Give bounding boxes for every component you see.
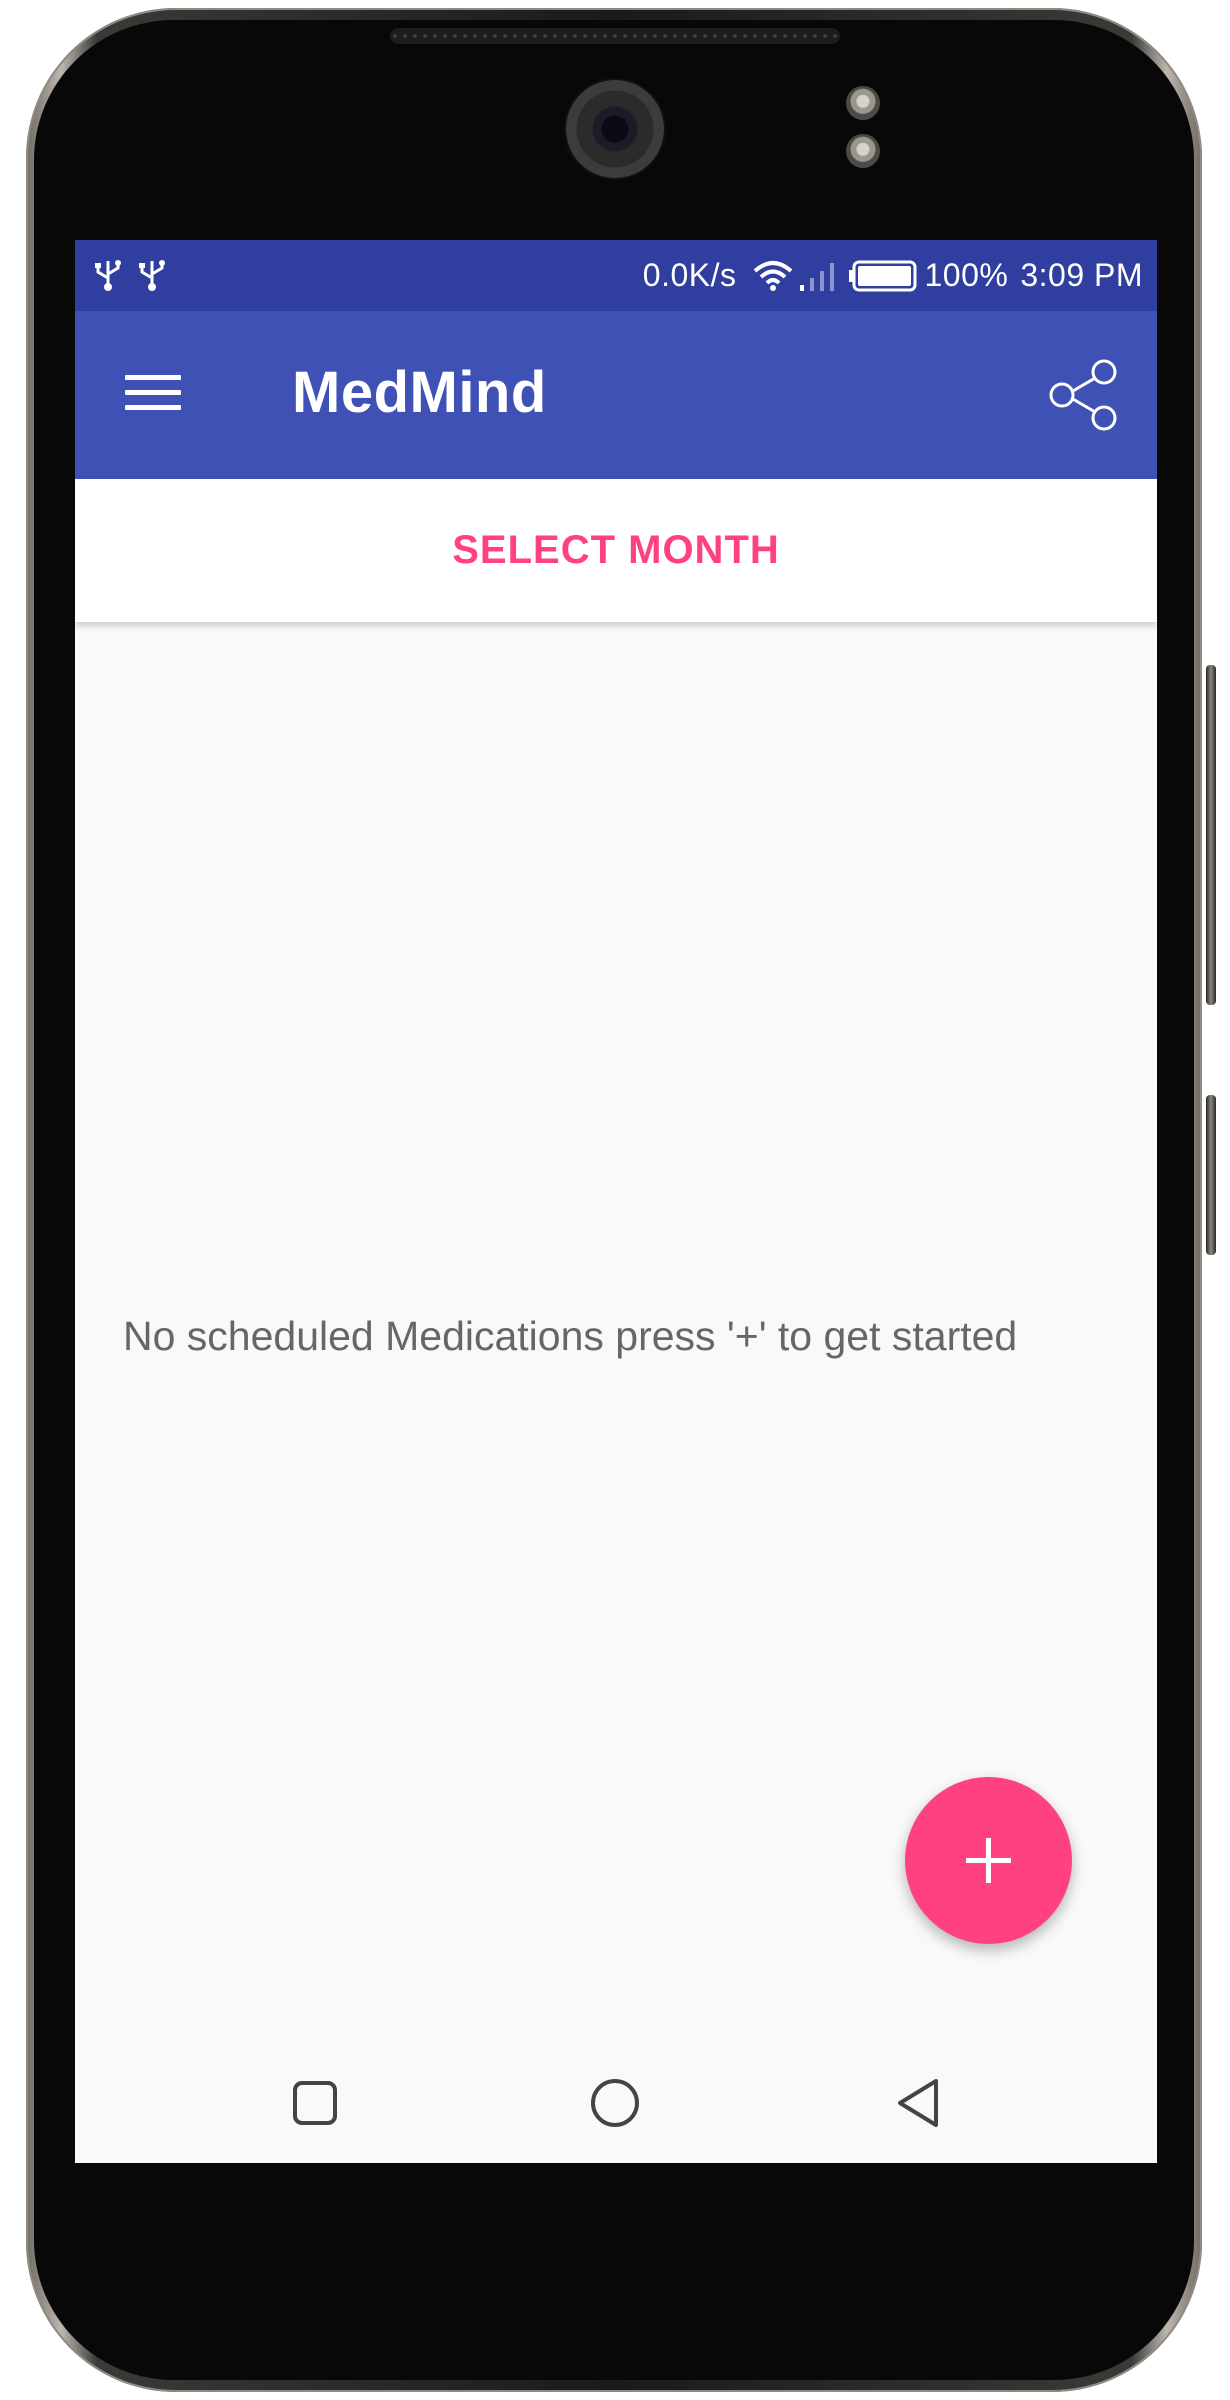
earpiece-speaker: [390, 28, 840, 44]
empty-state-message: No scheduled Medications press '+' to ge…: [123, 1313, 1018, 1359]
home-icon[interactable]: [585, 2073, 645, 2133]
front-camera: [566, 80, 664, 178]
wifi-icon: [754, 260, 793, 291]
add-medication-button[interactable]: [905, 1777, 1072, 1944]
status-system-info: 0.0K/s 100% 3:09 PM: [643, 240, 1143, 311]
month-selector-bar: SELECT MONTH: [75, 479, 1157, 622]
plus-icon: [986, 1838, 991, 1883]
share-icon[interactable]: [1045, 355, 1125, 435]
light-sensor: [846, 134, 880, 168]
recents-icon[interactable]: [285, 2073, 345, 2133]
app-title: MedMind: [292, 360, 547, 425]
app-toolbar: MedMind: [75, 311, 1157, 479]
back-icon[interactable]: [888, 2073, 948, 2133]
volume-button: [1206, 665, 1216, 1005]
battery-icon: [849, 260, 917, 291]
status-notification-icons: [93, 255, 167, 295]
device-mockup: 0.0K/s 100% 3:09 PM MedMind SELECT MONTH…: [0, 0, 1230, 2400]
proximity-sensor: [846, 86, 880, 120]
menu-line: [125, 390, 181, 395]
battery-percent: 100%: [924, 257, 1009, 293]
cell-signal-icon: [800, 262, 835, 291]
menu-line: [125, 375, 181, 380]
status-bar: 0.0K/s 100% 3:09 PM: [75, 240, 1157, 311]
system-navigation-bar: [75, 2043, 1157, 2163]
hamburger-menu-icon[interactable]: [123, 361, 187, 425]
power-button: [1206, 1095, 1216, 1255]
menu-line: [125, 405, 181, 410]
screen: 0.0K/s 100% 3:09 PM MedMind SELECT MONTH…: [75, 240, 1157, 2163]
network-speed: 0.0K/s: [642, 257, 737, 293]
usb-icon: [95, 260, 121, 291]
usb-icon: [139, 260, 165, 291]
select-month-button[interactable]: SELECT MONTH: [75, 479, 1157, 622]
status-time: 3:09 PM: [1020, 257, 1143, 293]
